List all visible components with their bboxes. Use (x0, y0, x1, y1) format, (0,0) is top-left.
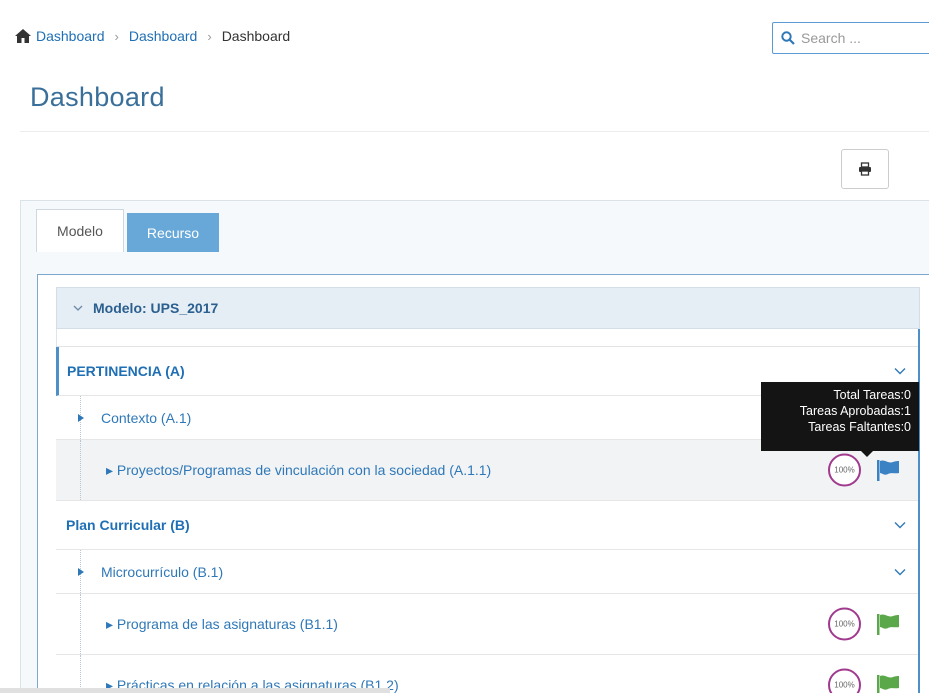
section-title: Plan Curricular (B) (66, 517, 190, 533)
progress-badge[interactable]: 100% (828, 453, 861, 487)
flag-icon[interactable] (876, 674, 900, 693)
chevron-down-icon[interactable] (894, 521, 906, 529)
tab-recurso[interactable]: Recurso (127, 213, 219, 252)
model-title: Modelo: UPS_2017 (93, 300, 219, 316)
section-row-plan-curricular[interactable]: Plan Curricular (B) (56, 501, 918, 550)
item-label: ▸ Programa de las asignaturas (B1.1) (106, 615, 338, 632)
chevron-right-icon: › (114, 28, 119, 44)
section-title: PERTINENCIA (A) (67, 363, 185, 379)
search-input[interactable] (801, 30, 921, 46)
tree-guide (80, 440, 81, 500)
tooltip-line-pending: Tareas Faltantes:0 (808, 420, 911, 434)
tooltip-line-approved: Tareas Aprobadas:1 (799, 404, 911, 418)
breadcrumb-item-2[interactable]: Dashboard (129, 28, 198, 44)
subsection-title: Microcurrículo (B.1) (101, 563, 224, 580)
caret-right-icon[interactable] (78, 567, 84, 576)
flag-icon[interactable] (876, 613, 900, 635)
chevron-down-icon[interactable] (894, 568, 906, 576)
tooltip-arrow (861, 451, 873, 457)
item-label-text: Proyectos/Programas de vinculación con l… (116, 461, 492, 478)
search-box (772, 22, 929, 54)
divider (20, 131, 929, 132)
model-header[interactable]: Modelo: UPS_2017 (56, 287, 920, 329)
progress-badge[interactable]: 100% (828, 668, 861, 693)
print-button[interactable] (841, 149, 889, 189)
item-label: ▸ Proyectos/Programas de vinculación con… (106, 461, 492, 478)
item-label-text: Programa de las asignaturas (B1.1) (116, 615, 338, 632)
tab-modelo[interactable]: Modelo (36, 209, 124, 252)
progress-badge[interactable]: 100% (828, 607, 861, 641)
tree-guide (80, 594, 81, 654)
chevron-right-icon: › (207, 28, 212, 44)
chevron-down-icon (73, 305, 83, 311)
breadcrumb: Dashboard › Dashboard › Dashboard (14, 27, 290, 45)
subsection-title: Contexto (A.1) (101, 409, 192, 426)
breadcrumb-item-1[interactable]: Dashboard (36, 28, 105, 44)
caret-right-icon[interactable] (78, 413, 84, 422)
chevron-down-icon[interactable] (894, 367, 906, 375)
flag-icon[interactable] (876, 459, 900, 481)
search-icon (781, 31, 795, 45)
tooltip-line-total: Total Tareas:0 (833, 388, 911, 402)
horizontal-scrollbar[interactable] (0, 688, 390, 693)
subsection-row-microcurriculo[interactable]: Microcurrículo (B.1) (56, 550, 918, 594)
tab-content: Modelo: UPS_2017 PERTINENCIA (A) Context… (37, 274, 929, 693)
page-title: Dashboard (30, 82, 165, 112)
breadcrumb-item-current: Dashboard (221, 28, 291, 44)
print-icon (859, 162, 871, 176)
tree-spacer (56, 329, 918, 347)
home-icon[interactable] (14, 27, 32, 45)
tasks-tooltip: Total Tareas:0 Tareas Aprobadas:1 Tareas… (761, 382, 919, 457)
top-bar: Dashboard › Dashboard › Dashboard (0, 0, 929, 74)
item-row-b11[interactable]: ▸ Programa de las asignaturas (B1.1) 100… (56, 594, 918, 655)
